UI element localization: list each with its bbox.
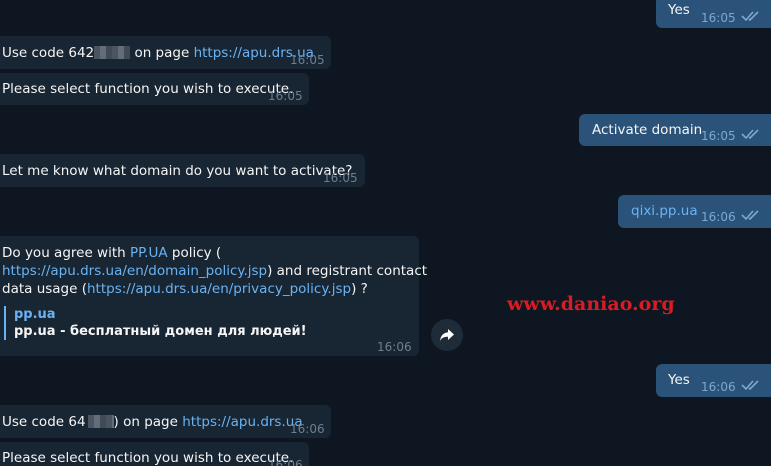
message-time: 16:06 xyxy=(268,458,303,466)
text-fragment: policy ( xyxy=(167,245,222,261)
message-text: Activate domain xyxy=(592,122,703,138)
message-time: 16:06 xyxy=(701,380,736,394)
outgoing-message[interactable]: Activate domain 16:05 xyxy=(579,114,771,146)
message-link[interactable]: https://apu.drs.ua xyxy=(182,414,302,430)
message-line: https://apu.drs.ua/en/domain_policy.jsp)… xyxy=(2,262,427,280)
message-link[interactable]: qixi.pp.ua xyxy=(631,203,698,219)
redacted-code xyxy=(94,46,131,59)
message-text: Yes xyxy=(668,372,690,388)
code-prefix: Use code 64 xyxy=(2,414,86,430)
message-middle: ) on page xyxy=(113,414,178,430)
text-fragment: data usage ( xyxy=(2,281,87,297)
link-preview-description: pp.ua - бесплатный домен для людей! xyxy=(14,324,307,339)
message-text: Let me know what domain do you want to a… xyxy=(2,163,353,179)
text-fragment: ) and registrant contact xyxy=(267,263,428,279)
message-link[interactable]: https://apu.drs.ua/en/privacy_policy.jsp xyxy=(87,281,351,297)
incoming-message[interactable]: Let me know what domain do you want to a… xyxy=(0,154,365,187)
double-check-icon xyxy=(741,11,759,22)
message-time: 16:05 xyxy=(701,129,736,143)
message-time: 16:05 xyxy=(290,53,325,67)
incoming-message[interactable]: Please select function you wish to execu… xyxy=(0,442,309,466)
watermark-text: www.daniao.org xyxy=(507,293,675,315)
text-fragment: ) ? xyxy=(351,281,368,297)
message-time: 16:05 xyxy=(268,89,303,103)
message-time: 16:06 xyxy=(701,210,736,224)
double-check-icon xyxy=(741,380,759,391)
share-button[interactable] xyxy=(431,319,463,351)
message-time: 16:06 xyxy=(290,422,325,436)
message-text: Use code 64 ) on page https://apu.drs.ua xyxy=(2,413,303,431)
text-fragment: Do you agree with xyxy=(2,245,130,261)
outgoing-message[interactable]: Yes 16:05 xyxy=(656,0,771,28)
share-arrow-icon xyxy=(440,329,454,341)
message-link[interactable]: PP.UA xyxy=(130,245,168,261)
message-time: 16:06 xyxy=(377,340,412,354)
code-prefix: Use code 642 xyxy=(2,45,95,61)
message-link[interactable]: https://apu.drs.ua/en/domain_policy.jsp xyxy=(2,263,267,279)
message-text: Use code 642 on page https://apu.drs.ua xyxy=(2,44,314,62)
incoming-message[interactable]: Please select function you wish to execu… xyxy=(0,73,309,105)
incoming-message[interactable]: Do you agree with PP.UA policy ( https:/… xyxy=(0,236,427,356)
message-line: data usage (https://apu.drs.ua/en/privac… xyxy=(2,280,368,298)
message-time: 16:05 xyxy=(323,171,358,185)
outgoing-message[interactable]: Yes 16:06 xyxy=(656,364,771,397)
redacted-code xyxy=(87,415,114,428)
message-line: Do you agree with PP.UA policy ( xyxy=(2,244,221,262)
link-preview-title: pp.ua xyxy=(14,307,56,322)
link-preview[interactable]: pp.ua pp.ua - бесплатный домен для людей… xyxy=(4,306,307,340)
incoming-message[interactable]: Use code 642 on page https://apu.drs.ua … xyxy=(0,36,331,69)
message-text: Please select function you wish to execu… xyxy=(2,450,294,466)
message-time: 16:05 xyxy=(701,11,736,25)
message-text: Yes xyxy=(668,2,690,18)
outgoing-message[interactable]: qixi.pp.ua 16:06 xyxy=(618,195,771,228)
incoming-message[interactable]: Use code 64) on page https://apu.drs.ua … xyxy=(0,405,331,438)
message-text: Please select function you wish to execu… xyxy=(2,81,294,97)
message-middle: on page xyxy=(134,45,190,61)
message-text: qixi.pp.ua xyxy=(631,202,698,220)
double-check-icon xyxy=(741,210,759,221)
double-check-icon xyxy=(741,129,759,140)
